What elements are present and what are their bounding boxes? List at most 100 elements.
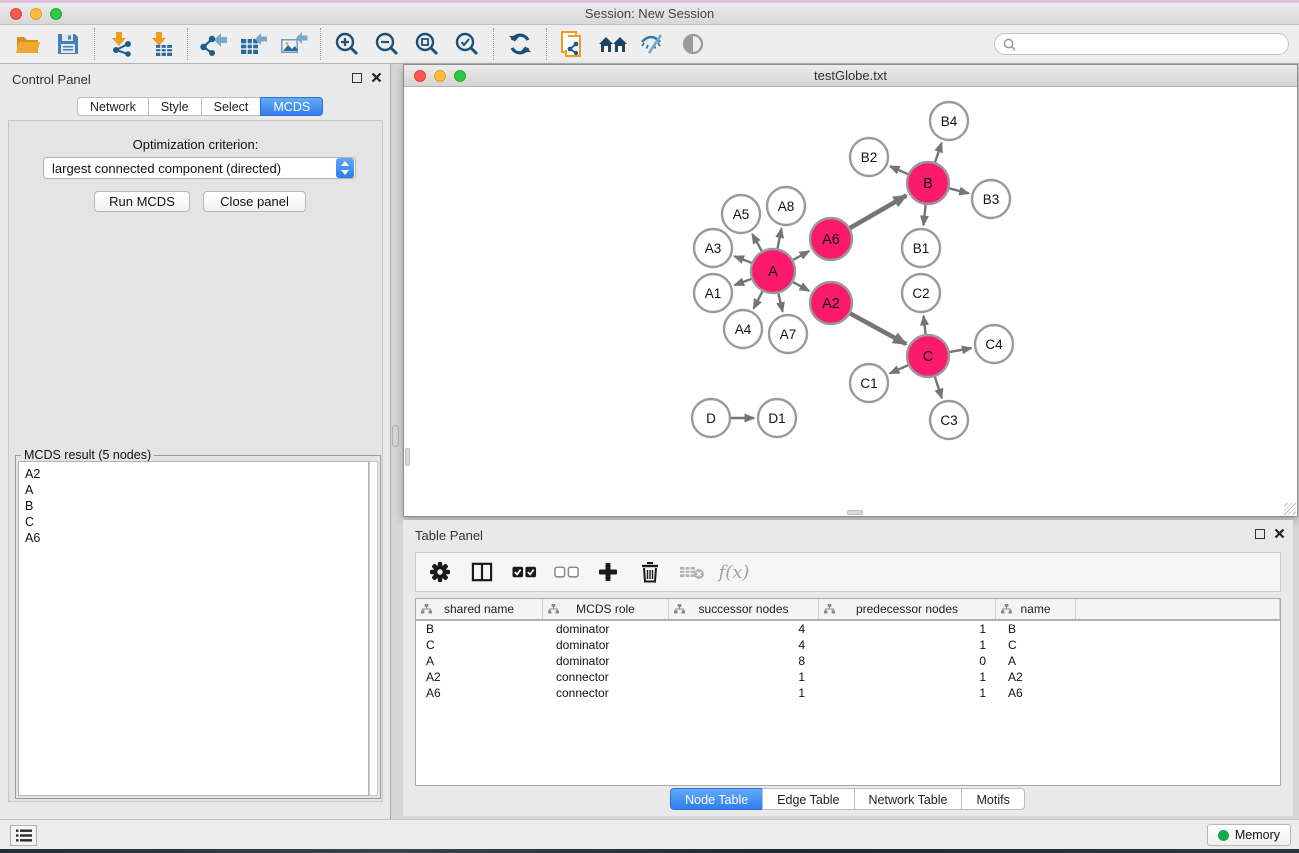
edge-A6-B[interactable]: [847, 195, 906, 229]
edge-B-B2[interactable]: [890, 166, 911, 175]
task-history-button[interactable]: [10, 825, 37, 846]
graph-node-C3[interactable]: C3: [930, 401, 968, 439]
cell[interactable]: connector: [543, 685, 669, 701]
cell[interactable]: 1: [819, 685, 996, 701]
edge-B-B3[interactable]: [946, 188, 968, 194]
tab-motifs[interactable]: Motifs: [961, 788, 1024, 810]
graph-node-A7[interactable]: A7: [769, 315, 807, 353]
table-row[interactable]: Cdominator41C: [416, 637, 1280, 653]
cell[interactable]: 1: [819, 637, 996, 653]
cell[interactable]: 0: [819, 653, 996, 669]
cell[interactable]: A: [416, 653, 543, 669]
edge-B-B1[interactable]: [923, 202, 926, 225]
import-network-button[interactable]: [101, 27, 141, 61]
tab-edge-table[interactable]: Edge Table: [762, 788, 854, 810]
network-canvas[interactable]: AA6A2BCA5A8A3A1A4A7B4B2B3B1C2C4C1C3DD1: [404, 87, 1297, 516]
hide-selected-button[interactable]: [633, 27, 673, 61]
column-header-name[interactable]: name: [996, 599, 1076, 619]
zoom-in-button[interactable]: [327, 27, 367, 61]
table-body[interactable]: Bdominator41BCdominator41CAdominator80AA…: [416, 621, 1280, 701]
graph-node-A6[interactable]: A6: [810, 218, 852, 260]
cell[interactable]: B: [996, 621, 1076, 637]
float-panel-icon[interactable]: [1255, 529, 1265, 539]
cell[interactable]: 1: [819, 621, 996, 637]
save-session-button[interactable]: [48, 27, 88, 61]
control-panel-scrollbar-thumb[interactable]: [392, 425, 399, 447]
tab-mcds[interactable]: MCDS: [260, 97, 323, 116]
edge-A-A7[interactable]: [778, 290, 783, 311]
cell[interactable]: dominator: [543, 653, 669, 669]
delete-table-button[interactable]: [678, 557, 706, 587]
cell[interactable]: A6: [416, 685, 543, 701]
cell[interactable]: 4: [669, 637, 819, 653]
table-settings-button[interactable]: [426, 557, 454, 587]
result-item[interactable]: B: [25, 498, 368, 514]
cell[interactable]: A6: [996, 685, 1076, 701]
node-table[interactable]: shared nameMCDS rolesuccessor nodesprede…: [415, 598, 1281, 786]
column-header-successor-nodes[interactable]: successor nodes: [669, 599, 819, 619]
table-row[interactable]: A6connector11A6: [416, 685, 1280, 701]
function-builder-button[interactable]: f(x): [720, 557, 748, 587]
zoom-out-button[interactable]: [367, 27, 407, 61]
edge-A-A5[interactable]: [752, 234, 763, 254]
open-session-button[interactable]: [8, 27, 48, 61]
tab-node-table[interactable]: Node Table: [670, 788, 763, 810]
result-item[interactable]: A2: [25, 466, 368, 482]
apply-layout-button[interactable]: [500, 27, 540, 61]
import-table-button[interactable]: [141, 27, 181, 61]
edge-C-C4[interactable]: [947, 348, 972, 352]
graph-node-A3[interactable]: A3: [694, 229, 732, 267]
memory-button[interactable]: Memory: [1207, 824, 1291, 846]
float-panel-icon[interactable]: [352, 73, 362, 83]
export-image-button[interactable]: [274, 27, 314, 61]
edge-A2-C[interactable]: [848, 312, 906, 344]
zoom-selected-button[interactable]: [447, 27, 487, 61]
select-all-rows-button[interactable]: [510, 557, 538, 587]
edge-A-A8[interactable]: [777, 229, 782, 252]
criterion-dropdown[interactable]: largest connected component (directed): [43, 157, 356, 179]
table-header-row[interactable]: shared nameMCDS rolesuccessor nodesprede…: [416, 599, 1280, 621]
edge-B-B4[interactable]: [934, 143, 942, 165]
table-row[interactable]: Bdominator41B: [416, 621, 1280, 637]
table-row[interactable]: Adominator80A: [416, 653, 1280, 669]
tab-network-table[interactable]: Network Table: [854, 788, 963, 810]
graph-node-A1[interactable]: A1: [694, 274, 732, 312]
cell[interactable]: dominator: [543, 621, 669, 637]
deselect-all-rows-button[interactable]: [552, 557, 580, 587]
graph-node-B[interactable]: B: [907, 162, 949, 204]
export-table-button[interactable]: [234, 27, 274, 61]
tab-style[interactable]: Style: [148, 97, 202, 116]
tab-select[interactable]: Select: [201, 97, 262, 116]
cell[interactable]: 4: [669, 621, 819, 637]
search-field[interactable]: [994, 33, 1289, 55]
cell[interactable]: A: [996, 653, 1076, 669]
zoom-fit-button[interactable]: [407, 27, 447, 61]
column-header-MCDS-role[interactable]: MCDS role: [543, 599, 669, 619]
cell[interactable]: B: [416, 621, 543, 637]
graph-node-C4[interactable]: C4: [975, 325, 1013, 363]
export-network-button[interactable]: [194, 27, 234, 61]
graph-node-D[interactable]: D: [692, 399, 730, 437]
close-panel-icon[interactable]: [371, 72, 382, 83]
cell[interactable]: C: [416, 637, 543, 653]
mcds-result-list[interactable]: A2ABCA6: [18, 461, 369, 796]
cell[interactable]: A2: [416, 669, 543, 685]
cell[interactable]: 1: [819, 669, 996, 685]
table-row[interactable]: A2connector11A2: [416, 669, 1280, 685]
close-panel-button[interactable]: Close panel: [203, 191, 306, 212]
graph-node-A2[interactable]: A2: [810, 282, 852, 324]
network-graph[interactable]: AA6A2BCA5A8A3A1A4A7B4B2B3B1C2C4C1C3DD1: [404, 87, 1297, 516]
graph-node-C2[interactable]: C2: [902, 274, 940, 312]
graph-node-B2[interactable]: B2: [850, 138, 888, 176]
search-input[interactable]: [1020, 37, 1288, 51]
new-network-from-selection-button[interactable]: [553, 27, 593, 61]
add-column-button[interactable]: [594, 557, 622, 587]
network-window-titlebar[interactable]: testGlobe.txt: [404, 65, 1297, 87]
network-vscroll-thumb[interactable]: [405, 448, 410, 466]
show-columns-button[interactable]: [468, 557, 496, 587]
delete-column-button[interactable]: [636, 557, 664, 587]
graph-node-A8[interactable]: A8: [767, 187, 805, 225]
edge-C-C3[interactable]: [934, 374, 942, 398]
cell[interactable]: 1: [669, 669, 819, 685]
result-item[interactable]: C: [25, 514, 368, 530]
